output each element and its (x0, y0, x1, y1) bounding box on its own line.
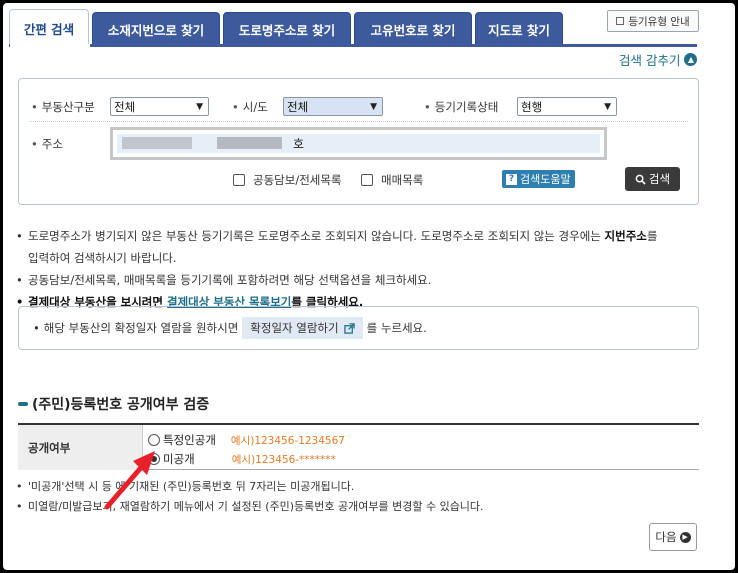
registry-status-label: 등기기록상태 (424, 99, 498, 115)
chevron-down-icon: ▼ (604, 102, 611, 112)
radio-non-disclosure[interactable]: 미공개 예시)123456-******* (148, 451, 336, 467)
city-label: 시/도 (232, 99, 268, 115)
window-icon (616, 17, 625, 25)
redacted-text (217, 137, 282, 149)
sale-list-checkbox[interactable]: 매매목록 (361, 172, 423, 188)
tab-simple-search[interactable]: 간편 검색 (9, 9, 89, 47)
search-button[interactable]: 검색 (625, 167, 680, 191)
checkbox-icon (361, 174, 373, 186)
notice-item: 입력하여 검색하시기 바랍니다. (28, 251, 177, 265)
search-panel: 부동산구분 전체▼ 시/도 전체▼ 등기기록상태 현행▼ 주소 호 공동담보/전… (18, 78, 699, 205)
tab-unique-number-search[interactable]: 고유번호로 찾기 (354, 12, 472, 47)
chevron-down-icon: ▼ (370, 102, 377, 112)
next-button[interactable]: 다음 ▶ (649, 523, 697, 551)
tab-road-address-search[interactable]: 도로명주소로 찾기 (223, 12, 351, 47)
tab-lot-number-search[interactable]: 소재지번으로 찾기 (92, 12, 220, 47)
tab-underline (9, 44, 697, 47)
divider (29, 121, 688, 122)
search-icon (635, 174, 646, 185)
collapse-search-toggle[interactable]: 검색 감추기 ▲ (619, 50, 698, 69)
registry-type-guide-button[interactable]: 등기유형 안내 (607, 10, 699, 32)
example-text: 예시)123456-******* (231, 453, 336, 466)
chevron-down-icon: ▼ (196, 102, 203, 112)
chevron-up-icon: ▲ (684, 53, 698, 66)
city-select[interactable]: 전체 ▼ (283, 97, 383, 116)
example-text: 예시)123456-1234567 (230, 434, 345, 447)
search-help-button[interactable]: ? 검색도움말 (502, 170, 575, 188)
registry-status-select[interactable]: 현행 ▼ (517, 97, 617, 116)
redacted-text (122, 137, 192, 149)
external-link-icon (343, 322, 355, 334)
notice-list: 도로명주소가 병기되지 않은 부동산 등기기록은 도로명주소로 조회되지 않습니… (16, 225, 706, 313)
tab-map-search[interactable]: 지도로 찾기 (475, 12, 563, 47)
address-value: 호 (293, 137, 305, 151)
joint-collateral-checkbox[interactable]: 공동담보/전세목록 (233, 172, 342, 188)
question-icon: ? (506, 173, 517, 185)
section-bullet-icon (18, 402, 28, 406)
property-type-label: 부동산구분 (31, 99, 95, 115)
red-arrow-annotation (104, 451, 155, 510)
address-label: 주소 (31, 136, 63, 152)
property-type-select[interactable]: 전체 ▼ (110, 97, 209, 116)
fixed-date-info-box: • 해당 부동산의 확정일자 열람을 원하시면 확정일자 열람하기 를 누르세요… (18, 306, 699, 350)
notice-item: 도로명주소가 병기되지 않은 부동산 등기기록은 도로명주소로 조회되지 않습니… (16, 225, 706, 247)
address-input[interactable]: 호 (110, 127, 607, 160)
fixed-date-view-button[interactable]: 확정일자 열람하기 (242, 317, 363, 339)
chevron-right-icon: ▶ (679, 531, 691, 543)
checkbox-icon (233, 174, 245, 186)
section-title: (주민)등록번호 공개여부 검증 (18, 394, 209, 414)
radio-specific-disclosure[interactable]: 특정인공개 예시)123456-1234567 (148, 432, 345, 448)
notice-item: 공동담보/전세목록, 매매목록을 등기기록에 포함하려면 해당 선택옵션을 체크… (16, 269, 706, 291)
tab-bar: 간편 검색 소재지번으로 찾기 도로명주소로 찾기 고유번호로 찾기 지도로 찾… (9, 9, 566, 47)
page-frame: 간편 검색 소재지번으로 찾기 도로명주소로 찾기 고유번호로 찾기 지도로 찾… (3, 3, 735, 570)
